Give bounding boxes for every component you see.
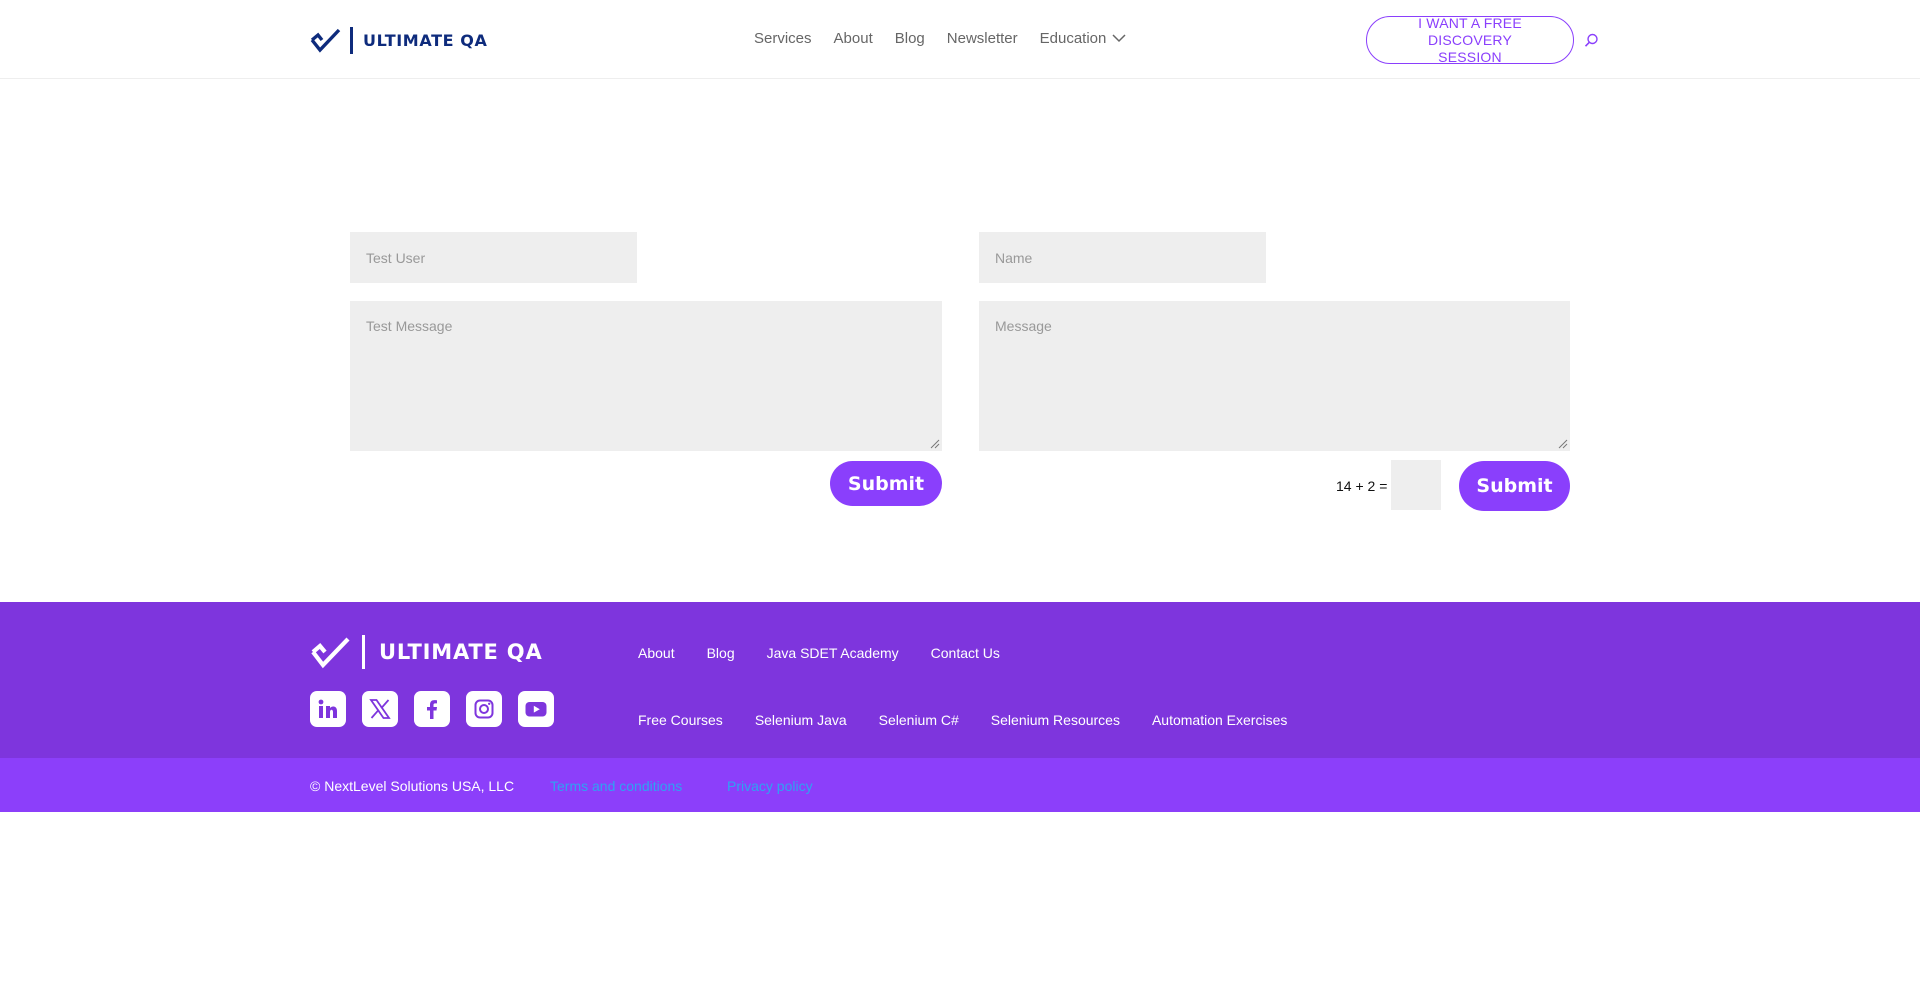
facebook-icon[interactable] [414, 691, 450, 727]
nav-item-newsletter[interactable]: Newsletter [947, 30, 1018, 47]
instagram-icon[interactable] [466, 691, 502, 727]
footer-bottom-bar [0, 758, 1920, 812]
site-header: ULTIMATE QA Services About Blog Newslett… [0, 0, 1920, 79]
submit-button[interactable]: Submit [1459, 461, 1570, 511]
captcha-question: 14 + 2 = [1336, 478, 1388, 494]
terms-link[interactable]: Terms and conditions [550, 778, 682, 794]
footer-link-selenium-resources[interactable]: Selenium Resources [991, 712, 1120, 728]
logo-text: ULTIMATE QA [363, 30, 488, 50]
footer-link-java-sdet-academy[interactable]: Java SDET Academy [767, 645, 899, 661]
captcha-answer-field[interactable] [1391, 460, 1441, 510]
message-field[interactable] [979, 301, 1570, 451]
nav-item-education[interactable]: Education [1040, 30, 1127, 47]
footer-main [0, 602, 1920, 758]
footer-link-free-courses[interactable]: Free Courses [638, 712, 723, 728]
submit-button[interactable]: Submit [830, 461, 942, 506]
social-links [310, 691, 554, 727]
checkmark-logo-icon [311, 637, 350, 669]
footer-link-selenium-csharp[interactable]: Selenium C# [879, 712, 959, 728]
logo-divider [362, 635, 365, 669]
discovery-session-button[interactable]: I WANT A FREE DISCOVERY SESSION [1366, 14, 1574, 65]
nav-item-blog[interactable]: Blog [895, 30, 925, 47]
discovery-session-label: I WANT A FREE DISCOVERY SESSION [1418, 14, 1522, 65]
checkmark-logo-icon [310, 28, 341, 53]
footer-link-blog[interactable]: Blog [707, 645, 735, 661]
privacy-link[interactable]: Privacy policy [727, 778, 813, 794]
footer-link-contact-us[interactable]: Contact Us [931, 645, 1000, 661]
footer-link-about[interactable]: About [638, 645, 675, 661]
site-logo[interactable]: ULTIMATE QA [310, 25, 487, 55]
name-field[interactable] [979, 232, 1266, 283]
chevron-down-icon [1112, 34, 1126, 43]
footer-link-automation-exercises[interactable]: Automation Exercises [1152, 712, 1287, 728]
nav-item-services[interactable]: Services [754, 30, 812, 47]
linkedin-icon[interactable] [310, 691, 346, 727]
youtube-icon[interactable] [518, 691, 554, 727]
search-icon[interactable] [1584, 33, 1599, 48]
main-nav: Services About Blog Newsletter Education [754, 30, 1148, 47]
nav-item-about[interactable]: About [834, 30, 873, 47]
logo-divider [350, 26, 353, 54]
footer-nav-primary: About Blog Java SDET Academy Contact Us [638, 645, 1032, 661]
footer-logo[interactable]: ULTIMATE QA [310, 634, 543, 670]
message-field[interactable]: Test Message [350, 301, 942, 451]
nav-item-education-label: Education [1039, 30, 1107, 47]
footer-nav-secondary: Free Courses Selenium Java Selenium C# S… [638, 712, 1319, 728]
logo-text: ULTIMATE QA [379, 640, 543, 664]
footer-link-selenium-java[interactable]: Selenium Java [755, 712, 847, 728]
x-twitter-icon[interactable] [362, 691, 398, 727]
copyright-text: © NextLevel Solutions USA, LLC [310, 778, 515, 794]
name-field[interactable] [350, 232, 637, 283]
